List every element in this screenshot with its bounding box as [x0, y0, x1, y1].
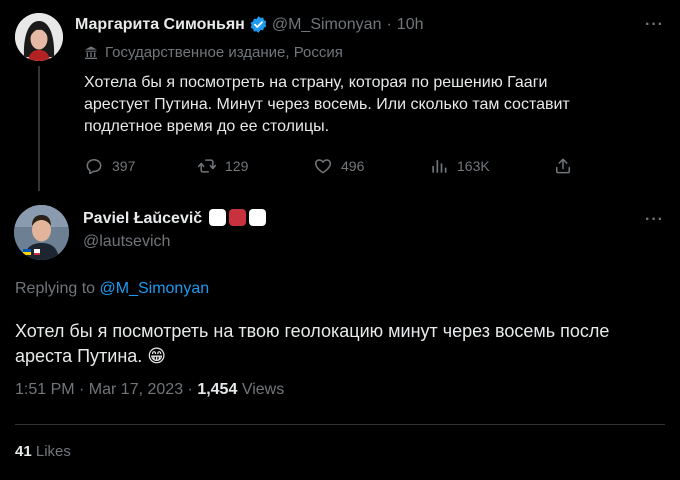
likes-summary-link[interactable]: 41 Likes	[15, 443, 71, 460]
author-name[interactable]: Маргарита Симоньян	[75, 16, 245, 34]
more-options-icon[interactable]: ···	[645, 16, 664, 34]
views-count: 163K	[457, 158, 490, 174]
views-button[interactable]: 163K	[429, 156, 490, 176]
views-chart-icon	[432, 160, 447, 173]
separator-dot: ·	[386, 15, 392, 33]
reply-count: 397	[112, 158, 136, 174]
divider	[15, 424, 665, 425]
avatar[interactable]	[15, 13, 63, 61]
retweet-count: 129	[225, 158, 249, 174]
flag-emoji-badges	[206, 209, 267, 228]
tweet-text: Хотела бы я посмотреть на страну, котора…	[84, 72, 644, 138]
like-count: 496	[341, 158, 365, 174]
state-media-flag-icon	[85, 45, 97, 59]
thread-connector-line	[38, 66, 40, 191]
white-square-emoji	[249, 209, 267, 226]
like-button[interactable]: 496	[313, 156, 364, 176]
heart-icon	[314, 159, 332, 174]
avatar-image	[15, 13, 63, 61]
views-count: 1,454	[197, 381, 238, 398]
verified-badge-icon	[250, 16, 267, 33]
retweet-button[interactable]: 129	[197, 156, 248, 176]
likes-count: 41	[15, 443, 32, 460]
share-icon	[556, 158, 570, 174]
avatar-image	[14, 205, 69, 260]
tweet-time[interactable]: 10h	[397, 16, 424, 34]
tweet-timestamp[interactable]: 1:51 PM · Mar 17, 2023 ·	[15, 381, 193, 398]
retweet-icon	[197, 159, 217, 173]
replying-to-handle-link[interactable]: @M_Simonyan	[100, 280, 210, 297]
tweet-text-line: подлетное время до ее столицы.	[84, 118, 330, 135]
reply-text-line: ареста Путина. 😁	[15, 346, 167, 366]
more-options-icon[interactable]: ···	[645, 211, 664, 229]
tweet-text-line: арестует Путина. Минут через восемь. Или…	[84, 96, 570, 113]
white-square-emoji	[209, 209, 227, 226]
reply-icon	[86, 159, 102, 175]
views-label: Views	[241, 381, 285, 398]
red-square-emoji	[229, 209, 247, 226]
reply-text-line: Хотел бы я посмотреть на твою геолокацию…	[15, 321, 610, 341]
state-affiliation-label[interactable]: Государственное издание, Россия	[105, 44, 343, 61]
author-name[interactable]: Paviel Łaŭcevič	[83, 210, 202, 228]
share-button[interactable]	[553, 156, 573, 176]
avatar[interactable]	[14, 205, 69, 260]
author-handle[interactable]: @M_Simonyan	[272, 16, 382, 34]
replying-to-label: Replying to	[15, 280, 96, 297]
reply-button[interactable]: 397	[84, 156, 135, 176]
tweet-text-line: Хотела бы я посмотреть на страну, котора…	[84, 74, 548, 91]
author-handle[interactable]: @lautsevich	[83, 233, 170, 251]
reply-text: Хотел бы я посмотреть на твою геолокацию…	[15, 319, 675, 369]
likes-label: Likes	[35, 443, 71, 460]
